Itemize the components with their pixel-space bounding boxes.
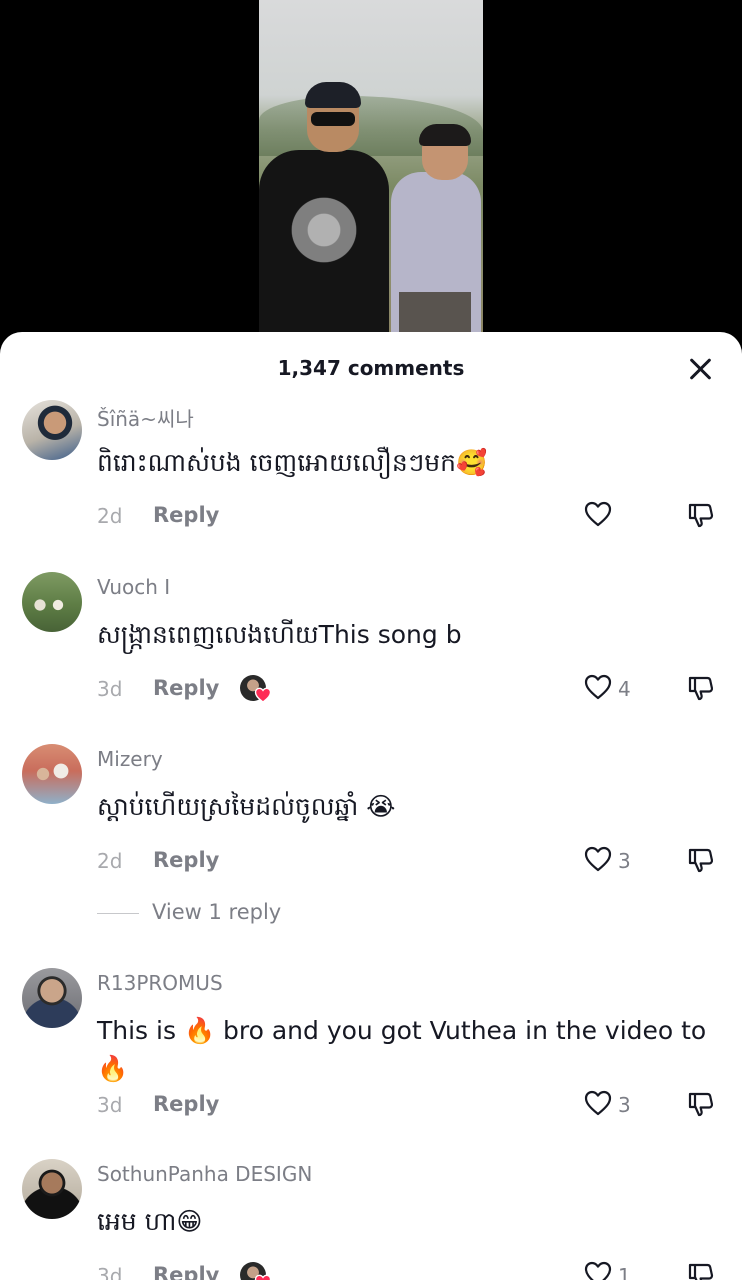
like-button[interactable]: 3 xyxy=(584,846,644,876)
close-icon[interactable] xyxy=(686,354,716,384)
reply-button[interactable]: Reply xyxy=(153,848,219,872)
dislike-button[interactable] xyxy=(687,1261,715,1280)
comment-username[interactable]: Mizery xyxy=(97,747,163,771)
comment-username[interactable]: Šîñä~씨나 xyxy=(97,403,194,432)
thumbs-down-icon xyxy=(688,676,714,701)
dislike-button[interactable] xyxy=(687,501,715,531)
avatar[interactable] xyxy=(22,1159,82,1219)
comment-username[interactable]: Vuoch I xyxy=(97,575,170,599)
heart-outline-icon xyxy=(584,1090,612,1116)
comment-time: 3d xyxy=(97,677,123,701)
dislike-button[interactable] xyxy=(687,674,715,704)
reply-button[interactable]: Reply xyxy=(153,1263,219,1280)
view-replies-label: View 1 reply xyxy=(152,900,282,924)
comment-count: 1,347 comments xyxy=(277,356,465,380)
comment-time: 2d xyxy=(97,849,123,873)
avatar[interactable] xyxy=(22,572,82,632)
like-count: 1 xyxy=(618,1264,631,1280)
comment-time: 3d xyxy=(97,1264,123,1280)
comment-text: សង្ក្រានពេញលេងហើយThis song b xyxy=(97,620,462,649)
thumbs-down-icon xyxy=(688,503,714,528)
dislike-button[interactable] xyxy=(687,1090,715,1120)
video-preview[interactable] xyxy=(259,0,483,340)
thumbs-down-icon xyxy=(688,848,714,873)
comment-text: ស្តាប់ហើយស្រមៃដល់ចូលឆ្នាំ 😭 xyxy=(97,792,396,821)
comment-time: 3d xyxy=(97,1093,123,1117)
comment-text: ពិរោះណាស់បង ចេញអោយលឿនៗមក🥰 xyxy=(97,448,488,477)
heart-filled-icon xyxy=(254,687,272,703)
reply-button[interactable]: Reply xyxy=(153,1092,219,1116)
reply-button[interactable]: Reply xyxy=(153,676,219,700)
comments-sheet: 1,347 comments Šîñä~씨나 ពិរោះណាស់បង ចេញអោ… xyxy=(0,332,742,1280)
video-person-right-hair xyxy=(419,124,471,146)
comment-text: This is 🔥 bro and you got Vuthea in the … xyxy=(97,1016,707,1083)
heart-outline-icon xyxy=(584,846,612,872)
like-button[interactable]: 3 xyxy=(584,1090,644,1120)
heart-outline-icon xyxy=(584,1261,612,1280)
creator-liked-badge xyxy=(240,1262,274,1280)
comments-header: 1,347 comments xyxy=(0,332,742,404)
like-button[interactable]: 1 xyxy=(584,1261,644,1280)
heart-outline-icon xyxy=(584,674,612,700)
reply-button[interactable]: Reply xyxy=(153,503,219,527)
avatar[interactable] xyxy=(22,744,82,804)
avatar[interactable] xyxy=(22,400,82,460)
like-button[interactable]: 4 xyxy=(584,674,644,704)
comment-username[interactable]: R13PROMUS xyxy=(97,971,223,995)
comment-time: 2d xyxy=(97,504,123,528)
heart-filled-icon xyxy=(254,1274,272,1280)
video-shirt-graphic xyxy=(279,186,369,296)
like-count: 3 xyxy=(618,849,631,873)
creator-liked-badge xyxy=(240,675,274,705)
like-count: 4 xyxy=(618,677,631,701)
comment-username[interactable]: SothunPanha DESIGN xyxy=(97,1162,312,1186)
thumbs-down-icon xyxy=(688,1092,714,1117)
like-count: 3 xyxy=(618,1093,631,1117)
comment-text: អេម ហា😁 xyxy=(97,1207,203,1236)
like-button[interactable] xyxy=(584,501,644,531)
video-sunglasses xyxy=(311,112,355,126)
heart-outline-icon xyxy=(584,501,612,527)
video-cap xyxy=(305,82,361,108)
thumbs-down-icon xyxy=(688,1263,714,1280)
view-replies-button[interactable]: View 1 reply xyxy=(97,900,397,930)
view-replies-divider xyxy=(97,913,139,914)
avatar[interactable] xyxy=(22,968,82,1028)
dislike-button[interactable] xyxy=(687,846,715,876)
